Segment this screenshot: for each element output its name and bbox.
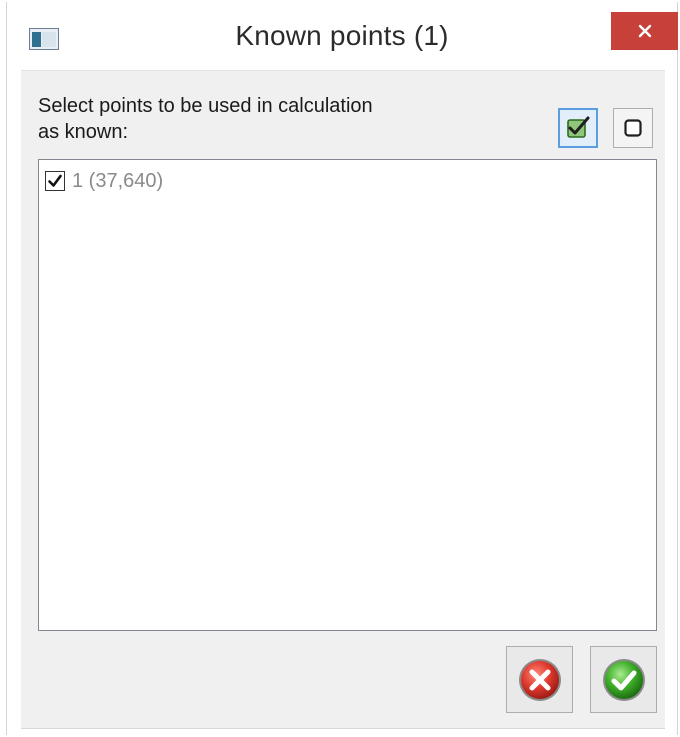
check-all-button[interactable] — [558, 108, 598, 148]
checkmark-icon — [48, 174, 62, 187]
dialog-window: Known points (1) Select points to be use… — [6, 2, 678, 735]
cancel-icon — [518, 658, 561, 701]
uncheck-all-button[interactable] — [613, 108, 653, 148]
point-checkbox[interactable] — [45, 171, 65, 191]
point-label: 1 (37,640) — [72, 169, 164, 192]
instruction-text: Select points to be used in calculation … — [38, 93, 418, 145]
instruction-line-2: as known: — [38, 121, 129, 143]
uncheck-all-icon — [624, 119, 642, 137]
ok-icon — [602, 658, 645, 701]
close-button[interactable] — [611, 12, 678, 50]
list-item[interactable]: 1 (37,640) — [45, 168, 163, 194]
window-title: Known points (1) — [235, 20, 449, 51]
close-icon — [638, 24, 651, 38]
check-all-icon — [567, 116, 590, 138]
ok-button[interactable] — [590, 646, 657, 713]
instruction-line-1: Select points to be used in calculation — [38, 95, 373, 117]
cancel-button[interactable] — [506, 646, 573, 713]
known-points-list[interactable]: 1 (37,640) — [38, 159, 657, 631]
dialog-body: Select points to be used in calculation … — [21, 70, 665, 729]
title-bar: Known points (1) — [7, 2, 678, 70]
